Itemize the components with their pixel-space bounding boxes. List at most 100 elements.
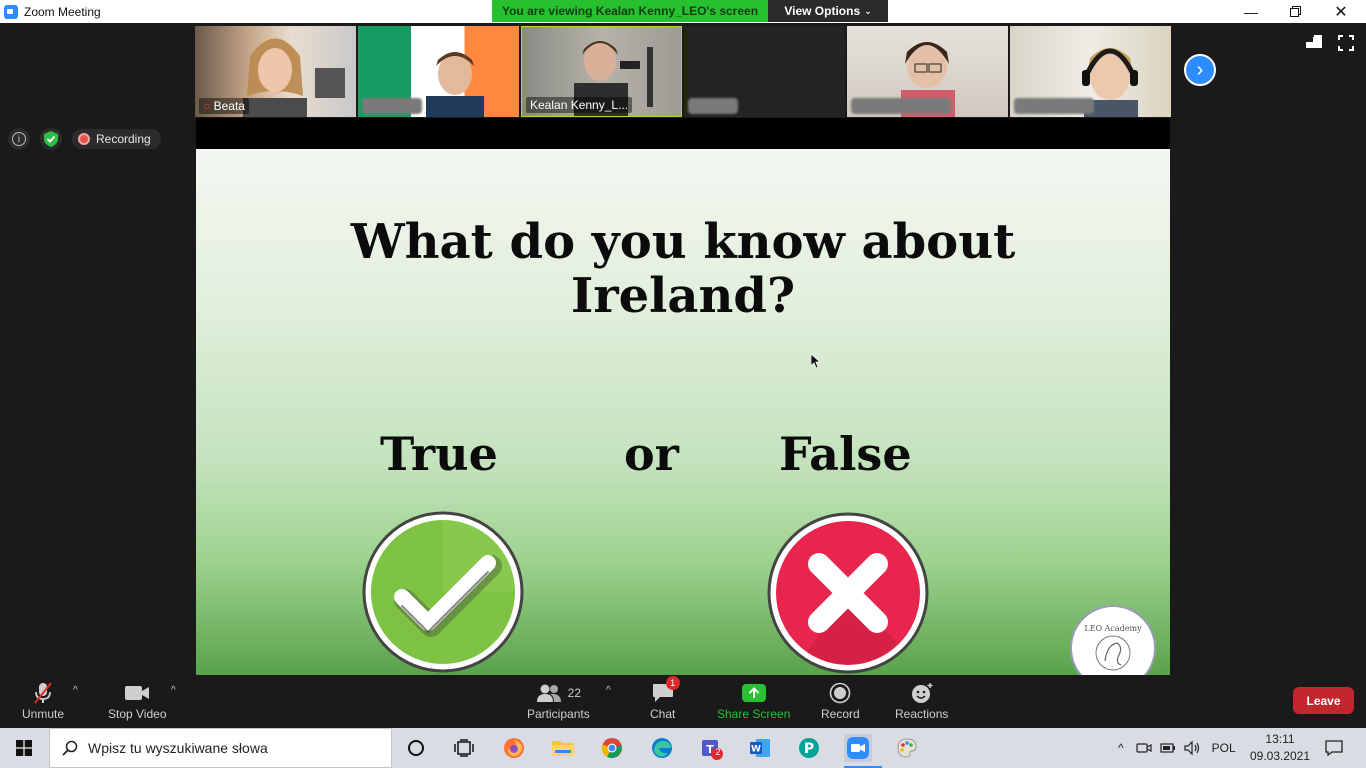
- record-button[interactable]: Record: [821, 680, 860, 721]
- meeting-controls: Unmute ^ Stop Video ^ 22 Participants ^ …: [0, 675, 1366, 728]
- pearson-p-icon: P: [799, 738, 819, 758]
- video-tile-participant-4[interactable]: [684, 26, 845, 117]
- svg-text:P: P: [804, 741, 814, 757]
- view-options-button[interactable]: View Options ⌄: [768, 0, 888, 22]
- stop-video-label: Stop Video: [108, 707, 167, 721]
- shared-screen-slide[interactable]: What do you know about Ireland? True or …: [196, 149, 1170, 675]
- svg-text:W: W: [751, 745, 761, 755]
- search-placeholder: Wpisz tu wyszukiwane słowa: [88, 740, 268, 756]
- show-hidden-icons-chevron-icon[interactable]: ^: [1118, 741, 1124, 755]
- recording-indicator[interactable]: Recording: [72, 129, 161, 149]
- chat-label: Chat: [650, 707, 676, 721]
- participants-icon: [536, 684, 561, 702]
- stop-video-button[interactable]: Stop Video: [108, 680, 167, 721]
- action-center-button[interactable]: [1320, 734, 1348, 762]
- chevron-down-icon: ⌄: [864, 5, 872, 16]
- slide-word-true: True: [380, 427, 498, 481]
- logo-text: LEO Academy: [1084, 623, 1142, 633]
- reactions-button[interactable]: Reactions: [895, 680, 948, 721]
- recording-label: Recording: [96, 132, 151, 146]
- edge-button[interactable]: [648, 734, 676, 762]
- firefox-button[interactable]: [500, 734, 528, 762]
- logo-emblem-icon: [1095, 635, 1131, 670]
- reactions-smiley-icon: [911, 683, 933, 703]
- chat-unread-badge: 1: [665, 676, 680, 690]
- unmute-button[interactable]: Unmute: [22, 680, 64, 721]
- notification-icon: [1325, 740, 1343, 757]
- cross-icon: [767, 512, 929, 674]
- clock-date: 09.03.2021: [1249, 749, 1311, 763]
- leo-academy-logo: LEO Academy: [1070, 605, 1156, 675]
- teams-notification-badge: 2: [715, 747, 721, 757]
- teams-button[interactable]: T 2: [697, 734, 725, 762]
- chevron-right-icon: ›: [1196, 58, 1204, 81]
- record-icon: [830, 682, 851, 704]
- edge-icon: [652, 738, 672, 758]
- cortana-button[interactable]: [402, 734, 430, 762]
- participants-button[interactable]: 22 Participants: [527, 680, 590, 721]
- word-icon: W: [750, 739, 770, 757]
- input-language[interactable]: POL: [1212, 741, 1236, 755]
- video-tile-beata[interactable]: ○ Beata: [195, 26, 356, 117]
- chat-button[interactable]: 1 Chat: [650, 676, 680, 721]
- participants-count: 22: [567, 686, 582, 700]
- folder-icon: [552, 741, 574, 756]
- leave-button[interactable]: Leave: [1293, 687, 1354, 714]
- blurred-name: [851, 98, 951, 114]
- muted-mic-icon: ○: [203, 99, 211, 113]
- security-button[interactable]: [40, 128, 62, 150]
- video-tile-participant-5[interactable]: [847, 26, 1008, 117]
- participant-name: Kealan Kenny_L...: [526, 97, 633, 113]
- fullscreen-icon[interactable]: [1338, 35, 1354, 51]
- share-screen-icon: [741, 684, 766, 702]
- viewing-screen-banner: You are viewing Kealan Kenny_LEO's scree…: [492, 0, 768, 22]
- participants-options-caret[interactable]: ^: [606, 685, 611, 696]
- clock-time: 13:11: [1265, 732, 1295, 746]
- view-controls: [1306, 35, 1354, 51]
- zoom-taskbar-button[interactable]: [844, 734, 872, 762]
- system-tray: ^ POL: [1118, 728, 1236, 768]
- audio-options-caret[interactable]: ^: [73, 685, 78, 696]
- zoom-icon: [847, 737, 869, 759]
- meet-now-icon[interactable]: [1136, 740, 1152, 756]
- file-explorer-button[interactable]: [549, 734, 577, 762]
- paint-app-button[interactable]: [893, 734, 921, 762]
- close-button[interactable]: ✕: [1318, 0, 1364, 23]
- video-tile-kealan[interactable]: Kealan Kenny_L...: [521, 26, 682, 117]
- slide-word-false: False: [779, 427, 912, 481]
- video-options-caret[interactable]: ^: [171, 685, 176, 696]
- video-tile-participant-2[interactable]: [358, 26, 519, 117]
- share-screen-button[interactable]: Share Screen: [717, 680, 790, 721]
- taskbar-clock[interactable]: 13:11 09.03.2021: [1246, 731, 1314, 765]
- cortana-circle-icon: [408, 740, 424, 756]
- word-button[interactable]: W: [746, 734, 774, 762]
- record-label: Record: [821, 707, 860, 721]
- battery-icon[interactable]: [1160, 740, 1176, 756]
- chrome-button[interactable]: [598, 734, 626, 762]
- meeting-area: ○ Beata Kealan Kenny_L... › i Recording …: [0, 23, 1366, 675]
- taskbar-search-box[interactable]: Wpisz tu wyszukiwane słowa: [49, 728, 392, 768]
- blurred-name: [1014, 98, 1094, 114]
- mouse-cursor-icon: [811, 354, 821, 369]
- blurred-name: [688, 98, 738, 114]
- meeting-info-button[interactable]: i: [8, 128, 30, 150]
- task-view-button[interactable]: [450, 734, 478, 762]
- participants-label: Participants: [527, 707, 590, 721]
- meeting-status: i Recording: [8, 128, 161, 150]
- pearson-app-button[interactable]: P: [795, 734, 823, 762]
- minimize-icon: —: [1244, 3, 1258, 20]
- restore-button[interactable]: [1272, 0, 1318, 23]
- next-page-button[interactable]: ›: [1184, 54, 1216, 86]
- palette-icon: [897, 738, 917, 758]
- participant-name: ○ Beata: [199, 98, 249, 114]
- slide-word-or: or: [624, 427, 679, 481]
- start-button[interactable]: [0, 728, 48, 768]
- muted-mic-icon: [34, 682, 52, 704]
- minimize-button[interactable]: —: [1228, 0, 1274, 23]
- volume-icon[interactable]: [1184, 740, 1202, 756]
- video-tile-participant-6[interactable]: [1010, 26, 1171, 117]
- gallery-view-icon[interactable]: [1306, 35, 1322, 49]
- close-icon: ✕: [1334, 3, 1348, 21]
- firefox-icon: [504, 738, 524, 758]
- shield-icon: [44, 131, 58, 147]
